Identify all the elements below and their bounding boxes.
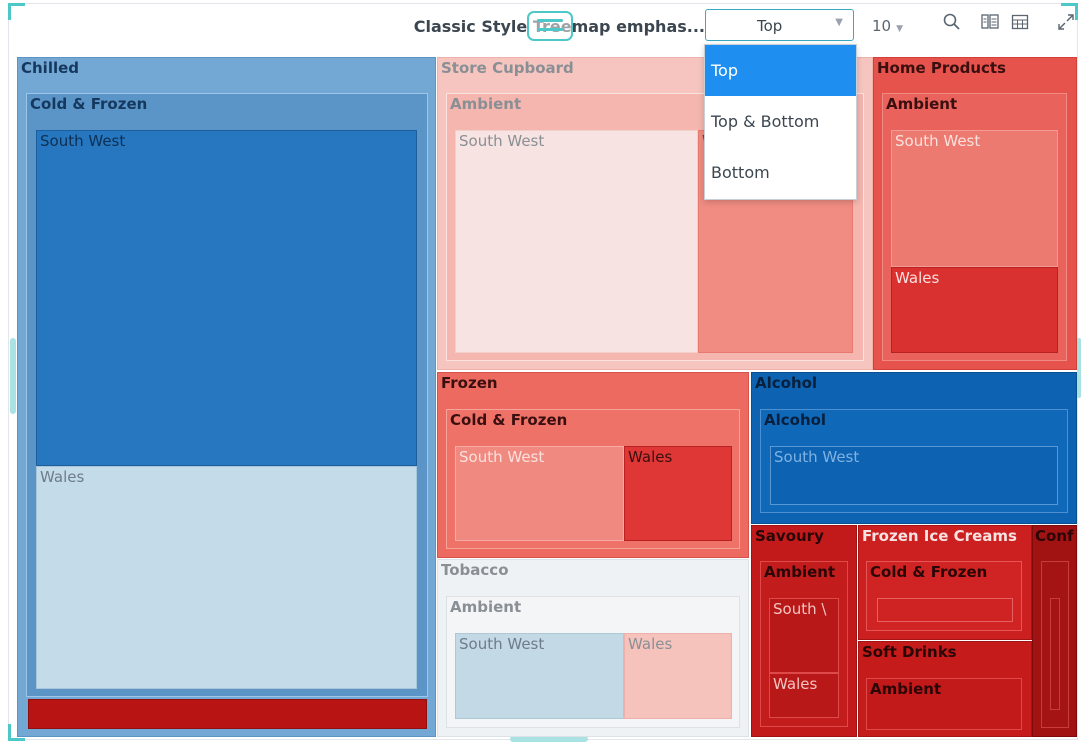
treemap-node-soft-drinks-ambient[interactable]: Ambient: [866, 678, 1022, 730]
treemap-node-confectionery-leaf[interactable]: [1050, 598, 1060, 710]
node-label-alcohol: Alcohol: [755, 374, 818, 392]
treemap-node-chilled-wales[interactable]: Wales: [36, 466, 417, 689]
node-label-frozen-cold-frozen: Cold & Frozen: [450, 411, 568, 429]
text-view-icon[interactable]: [980, 13, 1000, 33]
treemap-node-frozen-ice-creams-leaf[interactable]: [877, 598, 1013, 622]
node-label-store-cupboard-ambient: Ambient: [450, 95, 522, 113]
node-label-frozen-wales: Wales: [628, 448, 673, 466]
resize-handle-left[interactable]: [10, 338, 16, 414]
node-label-soft-drinks: Soft Drinks: [862, 643, 957, 661]
rank-select-value: Top: [757, 17, 783, 35]
treemap-node-savoury-wales[interactable]: Wales: [769, 673, 839, 718]
node-label-home-products-ambient: Ambient: [886, 95, 958, 113]
node-label-confectionery: Conf: [1035, 527, 1074, 545]
treemap-node-alcohol-south-west[interactable]: South West: [770, 446, 1058, 505]
node-label-store-cupboard-south-west: South West: [459, 132, 545, 150]
treemap-node-chilled-other[interactable]: [28, 699, 427, 729]
node-label-chilled-cold-frozen: Cold & Frozen: [30, 95, 148, 113]
table-view-icon[interactable]: [1010, 13, 1030, 33]
node-label-soft-drinks-ambient: Ambient: [870, 680, 942, 698]
drag-handle[interactable]: [527, 11, 573, 41]
search-icon[interactable]: [942, 13, 962, 33]
node-label-tobacco-wales: Wales: [628, 635, 673, 653]
node-label-home-products-south-west: South West: [895, 132, 981, 150]
treemap-node-tobacco-wales[interactable]: Wales: [624, 633, 732, 719]
node-label-savoury-ambient: Ambient: [764, 563, 836, 581]
node-label-chilled: Chilled: [21, 59, 80, 77]
node-label-tobacco: Tobacco: [441, 561, 509, 579]
rank-select[interactable]: Top ▼: [705, 9, 854, 41]
node-label-store-cupboard: Store Cupboard: [441, 59, 574, 77]
rank-option-top[interactable]: Top: [705, 45, 856, 96]
node-label-savoury: Savoury: [755, 527, 824, 545]
treemap-node-frozen-south-west[interactable]: South West: [455, 446, 624, 541]
node-label-tobacco-south-west: South West: [459, 635, 545, 653]
node-label-chilled-wales: Wales: [40, 468, 85, 486]
node-label-frozen-south-west: South West: [459, 448, 545, 466]
expand-icon[interactable]: [1056, 13, 1076, 33]
treemap-node-savoury-south-west[interactable]: South \: [769, 598, 839, 673]
treemap-node-tobacco-south-west[interactable]: South West: [455, 633, 624, 719]
node-label-chilled-south-west: South West: [40, 132, 126, 150]
count-select[interactable]: 10 ▼: [872, 17, 903, 35]
resize-handle-right[interactable]: [1077, 338, 1081, 398]
treemap-node-home-products-wales[interactable]: Wales: [891, 267, 1058, 353]
node-label-alcohol-south-west: South West: [774, 448, 860, 466]
node-label-frozen-ice-creams: Frozen Ice Creams: [862, 527, 1017, 545]
treemap-node-frozen-wales[interactable]: Wales: [624, 446, 732, 541]
treemap-node-home-products-south-west[interactable]: South West: [891, 130, 1058, 267]
node-label-tobacco-ambient: Ambient: [450, 598, 522, 616]
treemap-node-store-cupboard-south-west[interactable]: South West: [455, 130, 698, 353]
chevron-down-icon: ▼: [835, 17, 843, 28]
node-label-alcohol-alcohol: Alcohol: [764, 411, 827, 429]
node-label-home-products-wales: Wales: [895, 269, 940, 287]
rank-option-top-and-bottom[interactable]: Top & Bottom: [705, 96, 856, 147]
treemap-node-chilled-south-west[interactable]: South West: [36, 130, 417, 466]
rank-option-bottom[interactable]: Bottom: [705, 147, 856, 198]
node-label-savoury-wales: Wales: [773, 675, 818, 693]
node-label-savoury-south-west: South \: [773, 600, 827, 618]
node-label-frozen: Frozen: [441, 374, 498, 392]
count-select-value: 10: [872, 17, 892, 35]
node-label-frozen-ice-creams-cold-frozen: Cold & Frozen: [870, 563, 988, 581]
rank-select-dropdown: Top Top & Bottom Bottom: [704, 44, 857, 200]
panel-header: Classic Style Treemap emphas... Top ▼ 10…: [0, 0, 1081, 48]
node-label-home-products: Home Products: [877, 59, 1006, 77]
chevron-down-icon: ▼: [896, 24, 904, 34]
